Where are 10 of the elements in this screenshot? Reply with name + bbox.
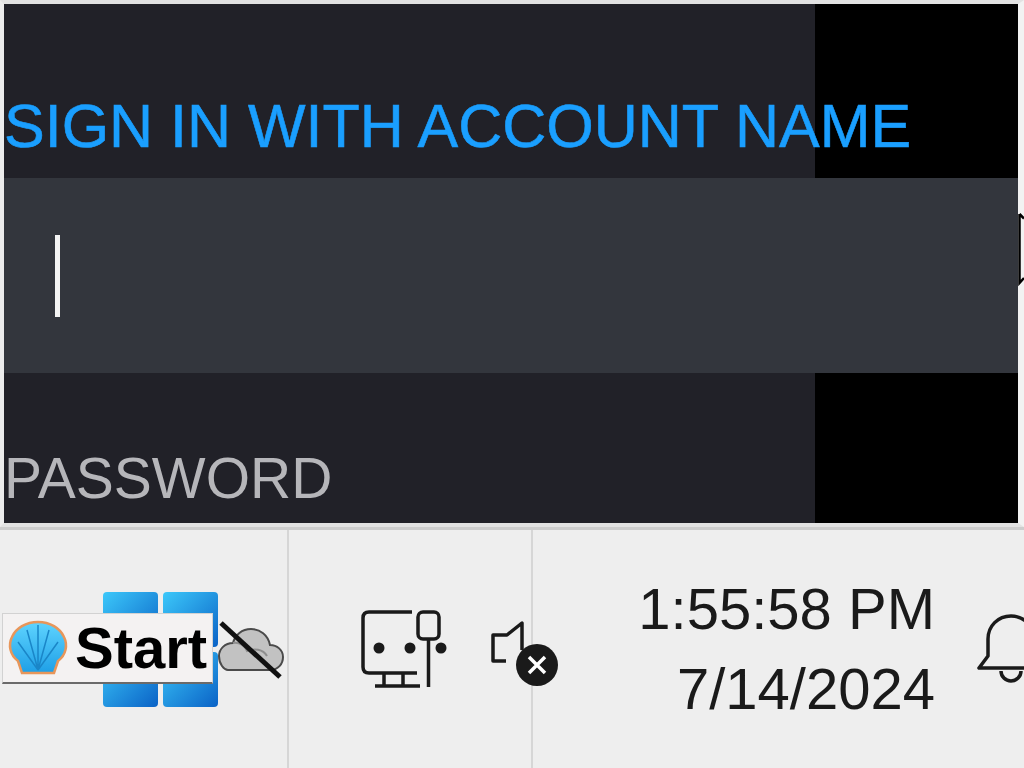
password-label: PASSWORD <box>4 450 333 507</box>
start-button-overlay[interactable]: Start <box>2 613 213 684</box>
shell-icon <box>7 620 69 676</box>
account-name-field[interactable] <box>4 178 1018 373</box>
account-name-label: SIGN IN WITH ACCOUNT NAME <box>4 96 912 157</box>
speaker-muted-icon[interactable] <box>490 620 560 688</box>
clock-time: 1:55:58 PM <box>638 575 935 643</box>
mouse-pointer-icon <box>1018 213 1024 287</box>
clock-date: 7/14/2024 <box>676 655 935 723</box>
notification-bell-icon[interactable] <box>976 613 1024 685</box>
